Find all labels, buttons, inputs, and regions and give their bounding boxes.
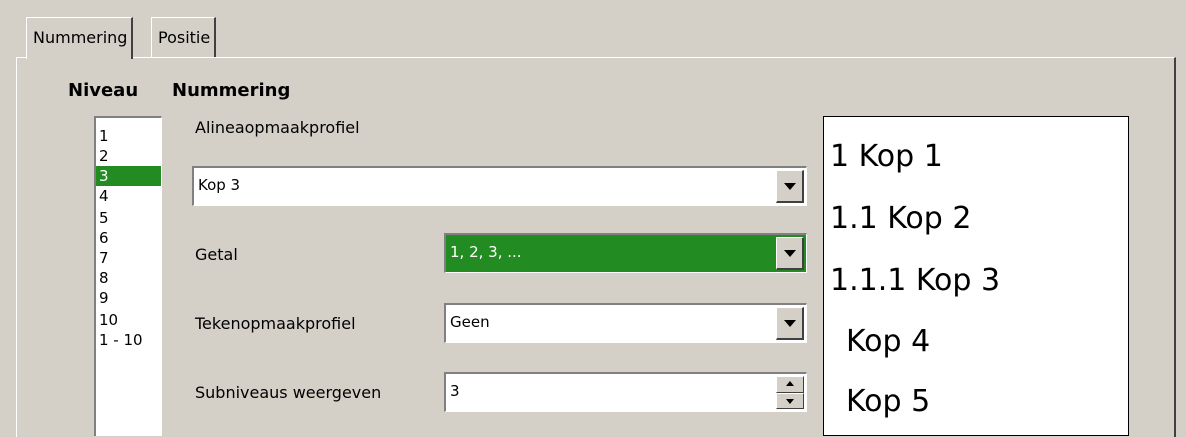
chevron-down-icon[interactable] <box>776 237 804 270</box>
sublevels-spinbox[interactable]: 3 <box>444 372 807 412</box>
number-format-value: 1, 2, 3, ... <box>450 243 522 261</box>
level-item[interactable]: 5 <box>96 208 161 228</box>
level-item[interactable]: 10 <box>96 310 161 330</box>
numbering-heading: Nummering <box>172 80 291 101</box>
level-item-selected[interactable]: 3 <box>96 166 161 186</box>
preview-line: 1.1 Kop 2 <box>830 201 972 236</box>
preview-line: Kop 5 <box>846 384 931 419</box>
tab-nummering-label: Nummering <box>33 28 128 47</box>
paragraph-style-combo[interactable]: Kop 3 <box>192 166 807 206</box>
paragraph-style-value: Kop 3 <box>198 176 241 194</box>
tab-positie-label: Positie <box>158 28 211 47</box>
chevron-down-icon[interactable] <box>776 307 804 340</box>
spin-up-icon[interactable] <box>776 376 804 393</box>
paragraph-style-label: Alineaopmaakprofiel <box>195 118 360 137</box>
sublevels-value: 3 <box>450 382 460 400</box>
sublevels-label-text: Subniveaus weergeven <box>195 383 382 402</box>
level-list[interactable]: 1 2 3 4 5 6 7 8 9 10 1 - 10 <box>94 116 162 436</box>
chevron-down-icon[interactable] <box>776 170 804 203</box>
spin-down-icon[interactable] <box>776 392 804 409</box>
spin-buttons[interactable] <box>776 376 804 409</box>
level-item[interactable]: 9 <box>96 288 161 308</box>
level-heading: Niveau <box>68 80 139 101</box>
level-item[interactable]: 6 <box>96 228 161 248</box>
preview-line: Kop 4 <box>846 324 931 359</box>
char-style-combo[interactable]: Geen <box>444 303 807 343</box>
number-label: Getal <box>195 245 238 264</box>
char-style-label: Tekenopmaakprofiel <box>195 314 356 333</box>
char-style-label-text: Tekenopmaakprofiel <box>195 314 356 333</box>
level-item[interactable]: 8 <box>96 268 161 288</box>
tab-nummering[interactable]: Nummering <box>26 17 134 59</box>
level-item[interactable]: 1 <box>96 126 161 146</box>
tab-positie[interactable]: Positie <box>151 17 217 57</box>
number-format-combo[interactable]: 1, 2, 3, ... <box>444 233 807 273</box>
preview-line: 1.1.1 Kop 3 <box>830 263 1001 298</box>
char-style-value: Geen <box>450 313 490 331</box>
level-item[interactable]: 4 <box>96 186 161 206</box>
level-item[interactable]: 7 <box>96 248 161 268</box>
level-item[interactable]: 2 <box>96 146 161 166</box>
numbering-preview: 1 Kop 1 1.1 Kop 2 1.1.1 Kop 3 Kop 4 Kop … <box>823 116 1129 436</box>
number-label-text: Getal <box>195 245 238 264</box>
preview-line: 1 Kop 1 <box>830 139 943 174</box>
paragraph-style-label-text: Alineaopmaakprofiel <box>195 118 360 137</box>
level-item[interactable]: 1 - 10 <box>96 330 161 350</box>
sublevels-label: Subniveaus weergeven <box>195 383 381 402</box>
